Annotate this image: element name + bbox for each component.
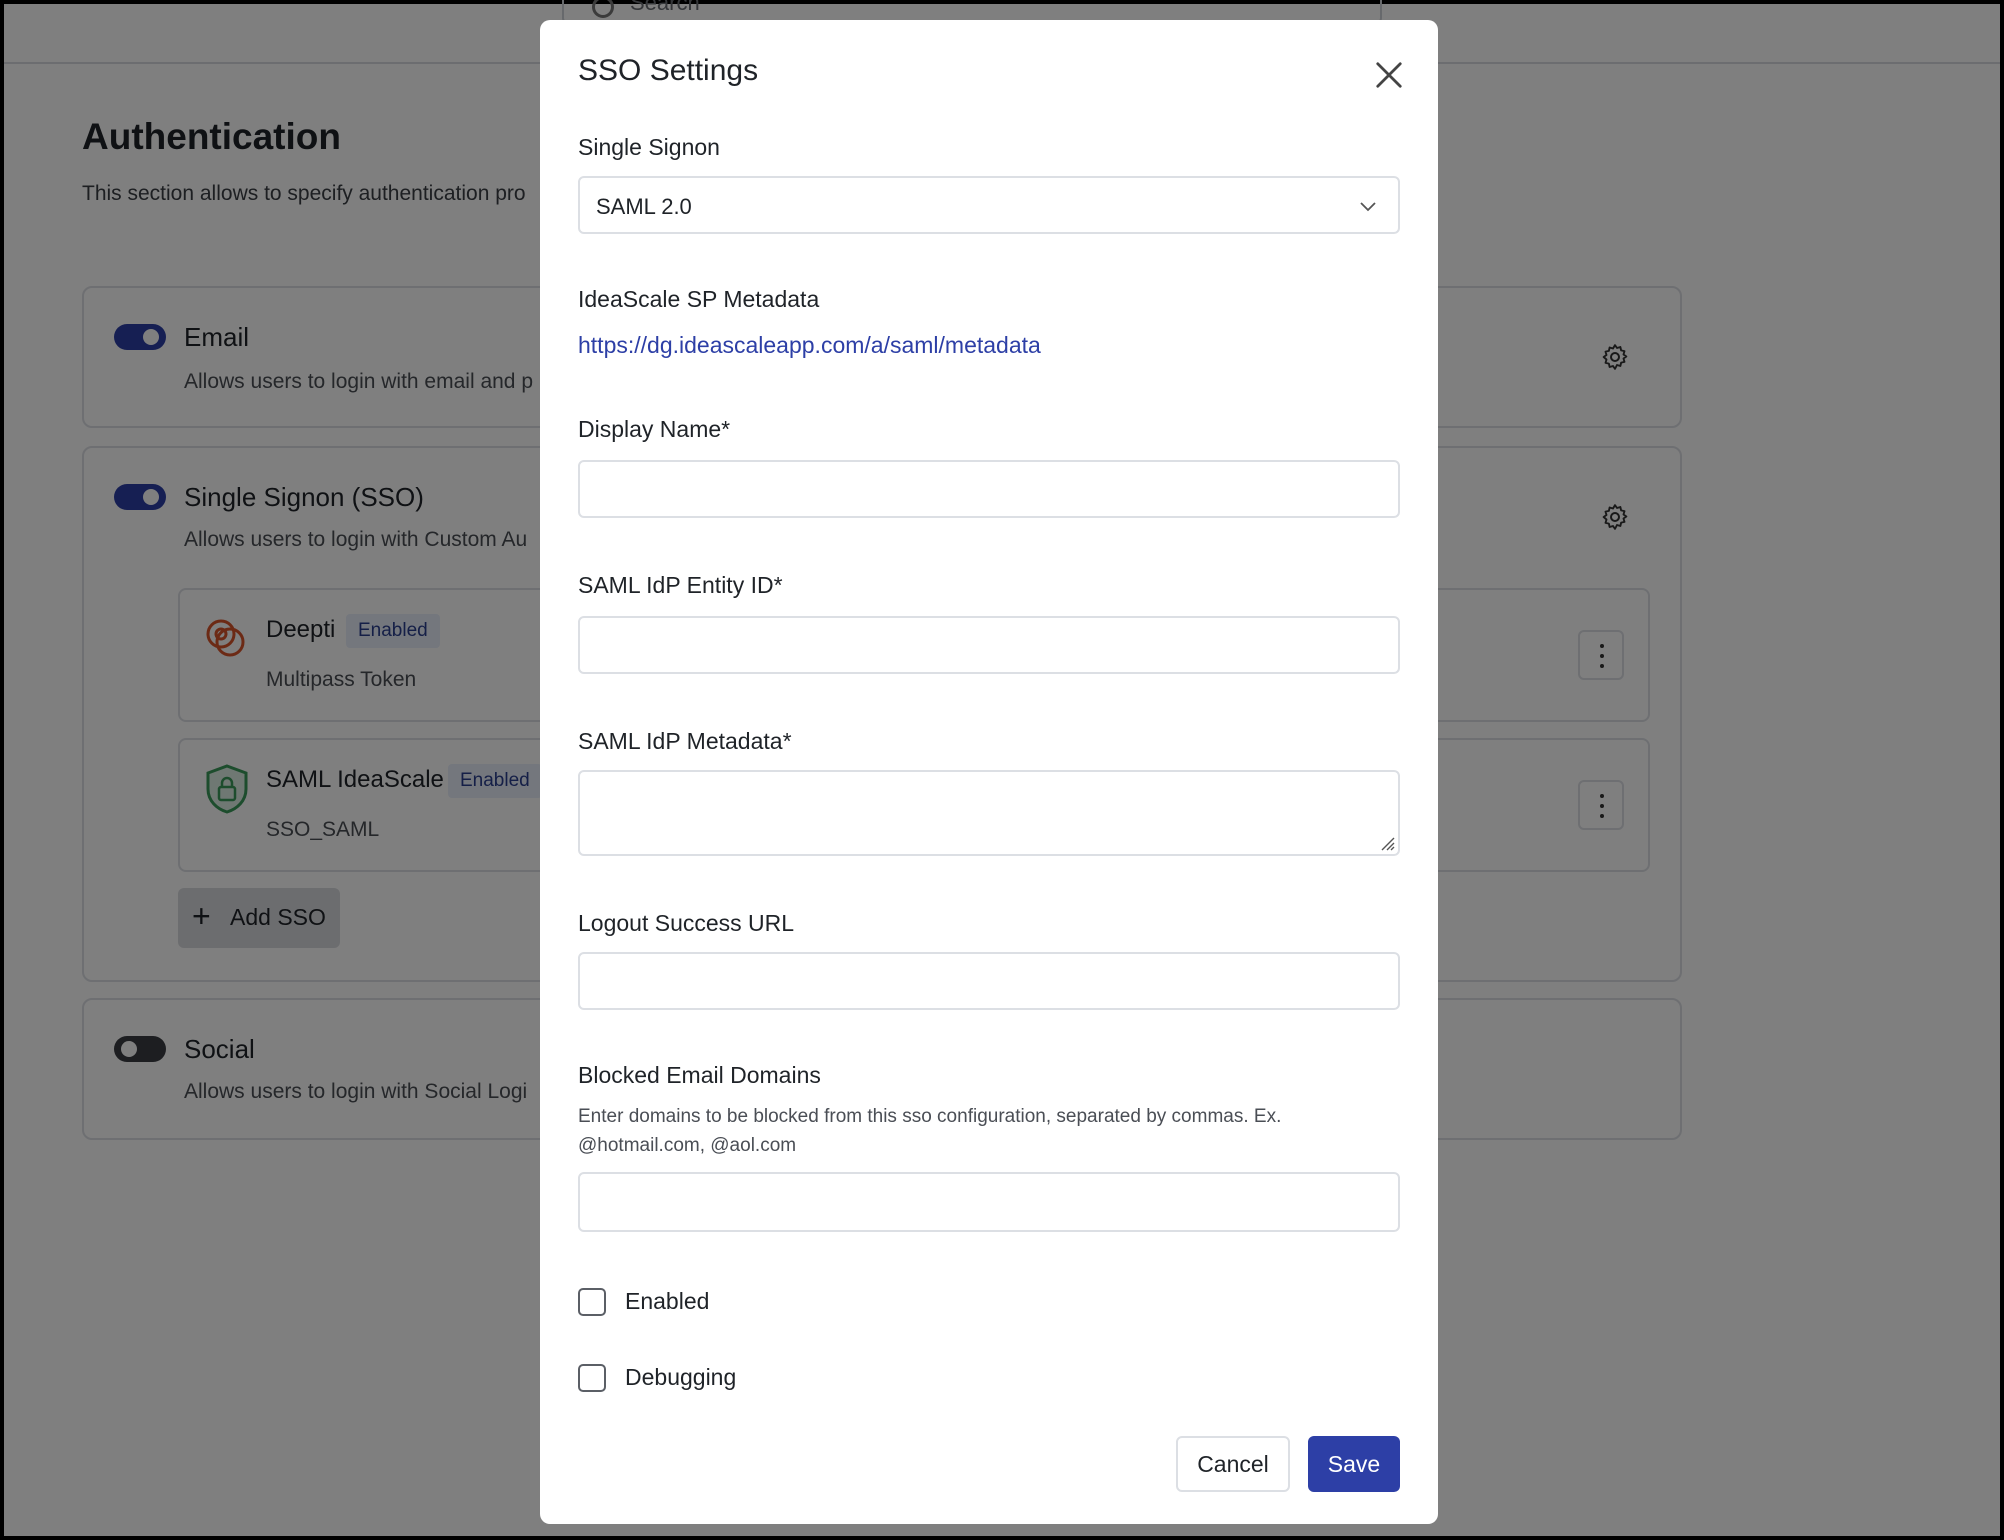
single-signon-select[interactable]: SAML 2.0 <box>578 176 1400 234</box>
display-name-input[interactable] <box>578 460 1400 518</box>
sp-metadata-link[interactable]: https://dg.ideascaleapp.com/a/saml/metad… <box>578 332 1041 359</box>
enabled-checkbox[interactable] <box>578 1288 606 1316</box>
entity-id-input[interactable] <box>578 616 1400 674</box>
single-signon-label: Single Signon <box>578 134 720 160</box>
sso-settings-dialog: SSO Settings Single Signon SAML 2.0 Idea… <box>540 20 1438 1524</box>
save-button[interactable]: Save <box>1308 1436 1400 1492</box>
close-icon[interactable] <box>1374 60 1404 90</box>
entity-id-label: SAML IdP Entity ID* <box>578 572 783 598</box>
logout-url-label: Logout Success URL <box>578 910 795 936</box>
display-name-label: Display Name* <box>578 416 731 442</box>
sp-metadata-label: IdeaScale SP Metadata <box>578 286 820 312</box>
enabled-label[interactable]: Enabled <box>625 1288 709 1315</box>
logout-url-input[interactable] <box>578 952 1400 1010</box>
debugging-checkbox[interactable] <box>578 1364 606 1392</box>
idp-metadata-label: SAML IdP Metadata* <box>578 728 792 754</box>
blocked-domains-help: Enter domains to be blocked from this ss… <box>578 1106 1282 1156</box>
dialog-title: SSO Settings <box>578 54 759 87</box>
cancel-button[interactable]: Cancel <box>1176 1436 1290 1492</box>
single-signon-value: SAML 2.0 <box>596 194 692 219</box>
debugging-label[interactable]: Debugging <box>625 1364 736 1391</box>
resize-handle-icon[interactable] <box>1378 834 1396 852</box>
blocked-domains-label: Blocked Email Domains <box>578 1062 821 1088</box>
idp-metadata-textarea[interactable] <box>578 770 1400 856</box>
blocked-domains-input[interactable] <box>578 1172 1400 1232</box>
chevron-down-icon <box>1360 202 1376 212</box>
